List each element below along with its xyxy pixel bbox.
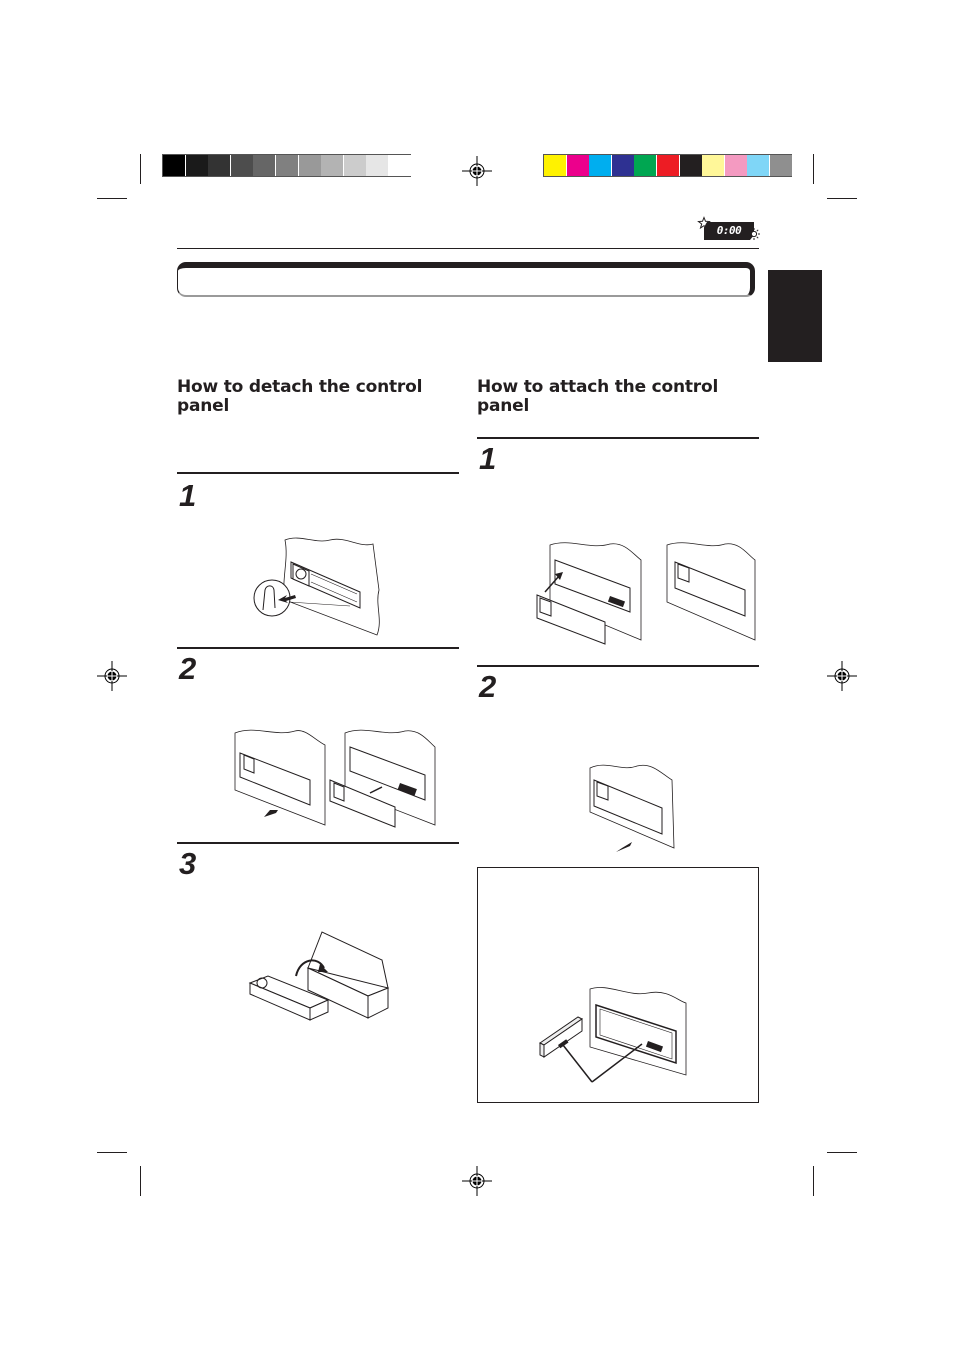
- color-swatch: [185, 155, 208, 176]
- color-swatch: [679, 155, 702, 176]
- color-swatch: [366, 155, 389, 176]
- step-rule: [177, 472, 459, 474]
- color-swatch: [253, 155, 276, 176]
- registration-target-icon: [827, 661, 857, 691]
- color-swatch: [163, 155, 185, 176]
- color-swatch: [724, 155, 747, 176]
- registration-target-icon: [97, 661, 127, 691]
- clock-icon-text: 0:00: [716, 224, 742, 237]
- crop-mark: [97, 198, 127, 199]
- color-swatch: [276, 155, 298, 176]
- put-in-case-illustration: [248, 931, 390, 1021]
- color-swatch: [544, 155, 566, 176]
- crop-mark: [813, 1166, 814, 1196]
- color-swatch: [321, 155, 344, 176]
- crop-mark: [827, 1152, 857, 1153]
- detach-step-1-number: 1: [179, 478, 197, 513]
- section-title-box: [177, 262, 755, 297]
- attach-step-1-number: 1: [479, 441, 497, 476]
- color-swatch: [298, 155, 321, 176]
- color-swatch: [389, 155, 411, 176]
- attach-step-2-number: 2: [479, 669, 497, 704]
- detach-step-3-number: 3: [179, 846, 197, 881]
- registration-target-icon: [462, 1166, 492, 1196]
- crop-mark: [140, 1166, 141, 1196]
- color-swatch: [230, 155, 253, 176]
- attach-heading: How to attach the control panel: [477, 377, 719, 416]
- color-swatch: [634, 155, 657, 176]
- detach-step-2-number: 2: [179, 651, 197, 686]
- step-rule: [477, 665, 759, 667]
- crop-mark: [97, 1152, 127, 1153]
- color-swatch: [566, 155, 589, 176]
- clock-icon: 0:00: [704, 222, 754, 240]
- insert-left-side-illustration: [536, 542, 756, 645]
- color-swatch: [702, 155, 725, 176]
- press-release-button-illustration: [253, 537, 380, 636]
- step-rule: [477, 437, 759, 439]
- color-swatch: [208, 155, 231, 176]
- step-rule: [177, 842, 459, 844]
- step-rule: [177, 647, 459, 649]
- crop-mark: [813, 154, 814, 184]
- header-rule: [177, 248, 759, 249]
- pull-out-panel-illustration: [234, 729, 436, 828]
- language-tab: [768, 270, 822, 362]
- color-swatch: [611, 155, 634, 176]
- color-swatch: [770, 155, 792, 176]
- crop-mark: [140, 154, 141, 184]
- color-swatch: [747, 155, 770, 176]
- color-swatch: [343, 155, 366, 176]
- detach-heading: How to detach the control panel: [177, 377, 423, 416]
- sun-icon: [748, 228, 760, 240]
- connectors-illustration: [539, 987, 687, 1083]
- press-right-side-illustration: [589, 764, 675, 852]
- color-swatch: [589, 155, 612, 176]
- registration-target-icon: [462, 156, 492, 186]
- crop-mark: [827, 198, 857, 199]
- color-swatch: [657, 155, 679, 176]
